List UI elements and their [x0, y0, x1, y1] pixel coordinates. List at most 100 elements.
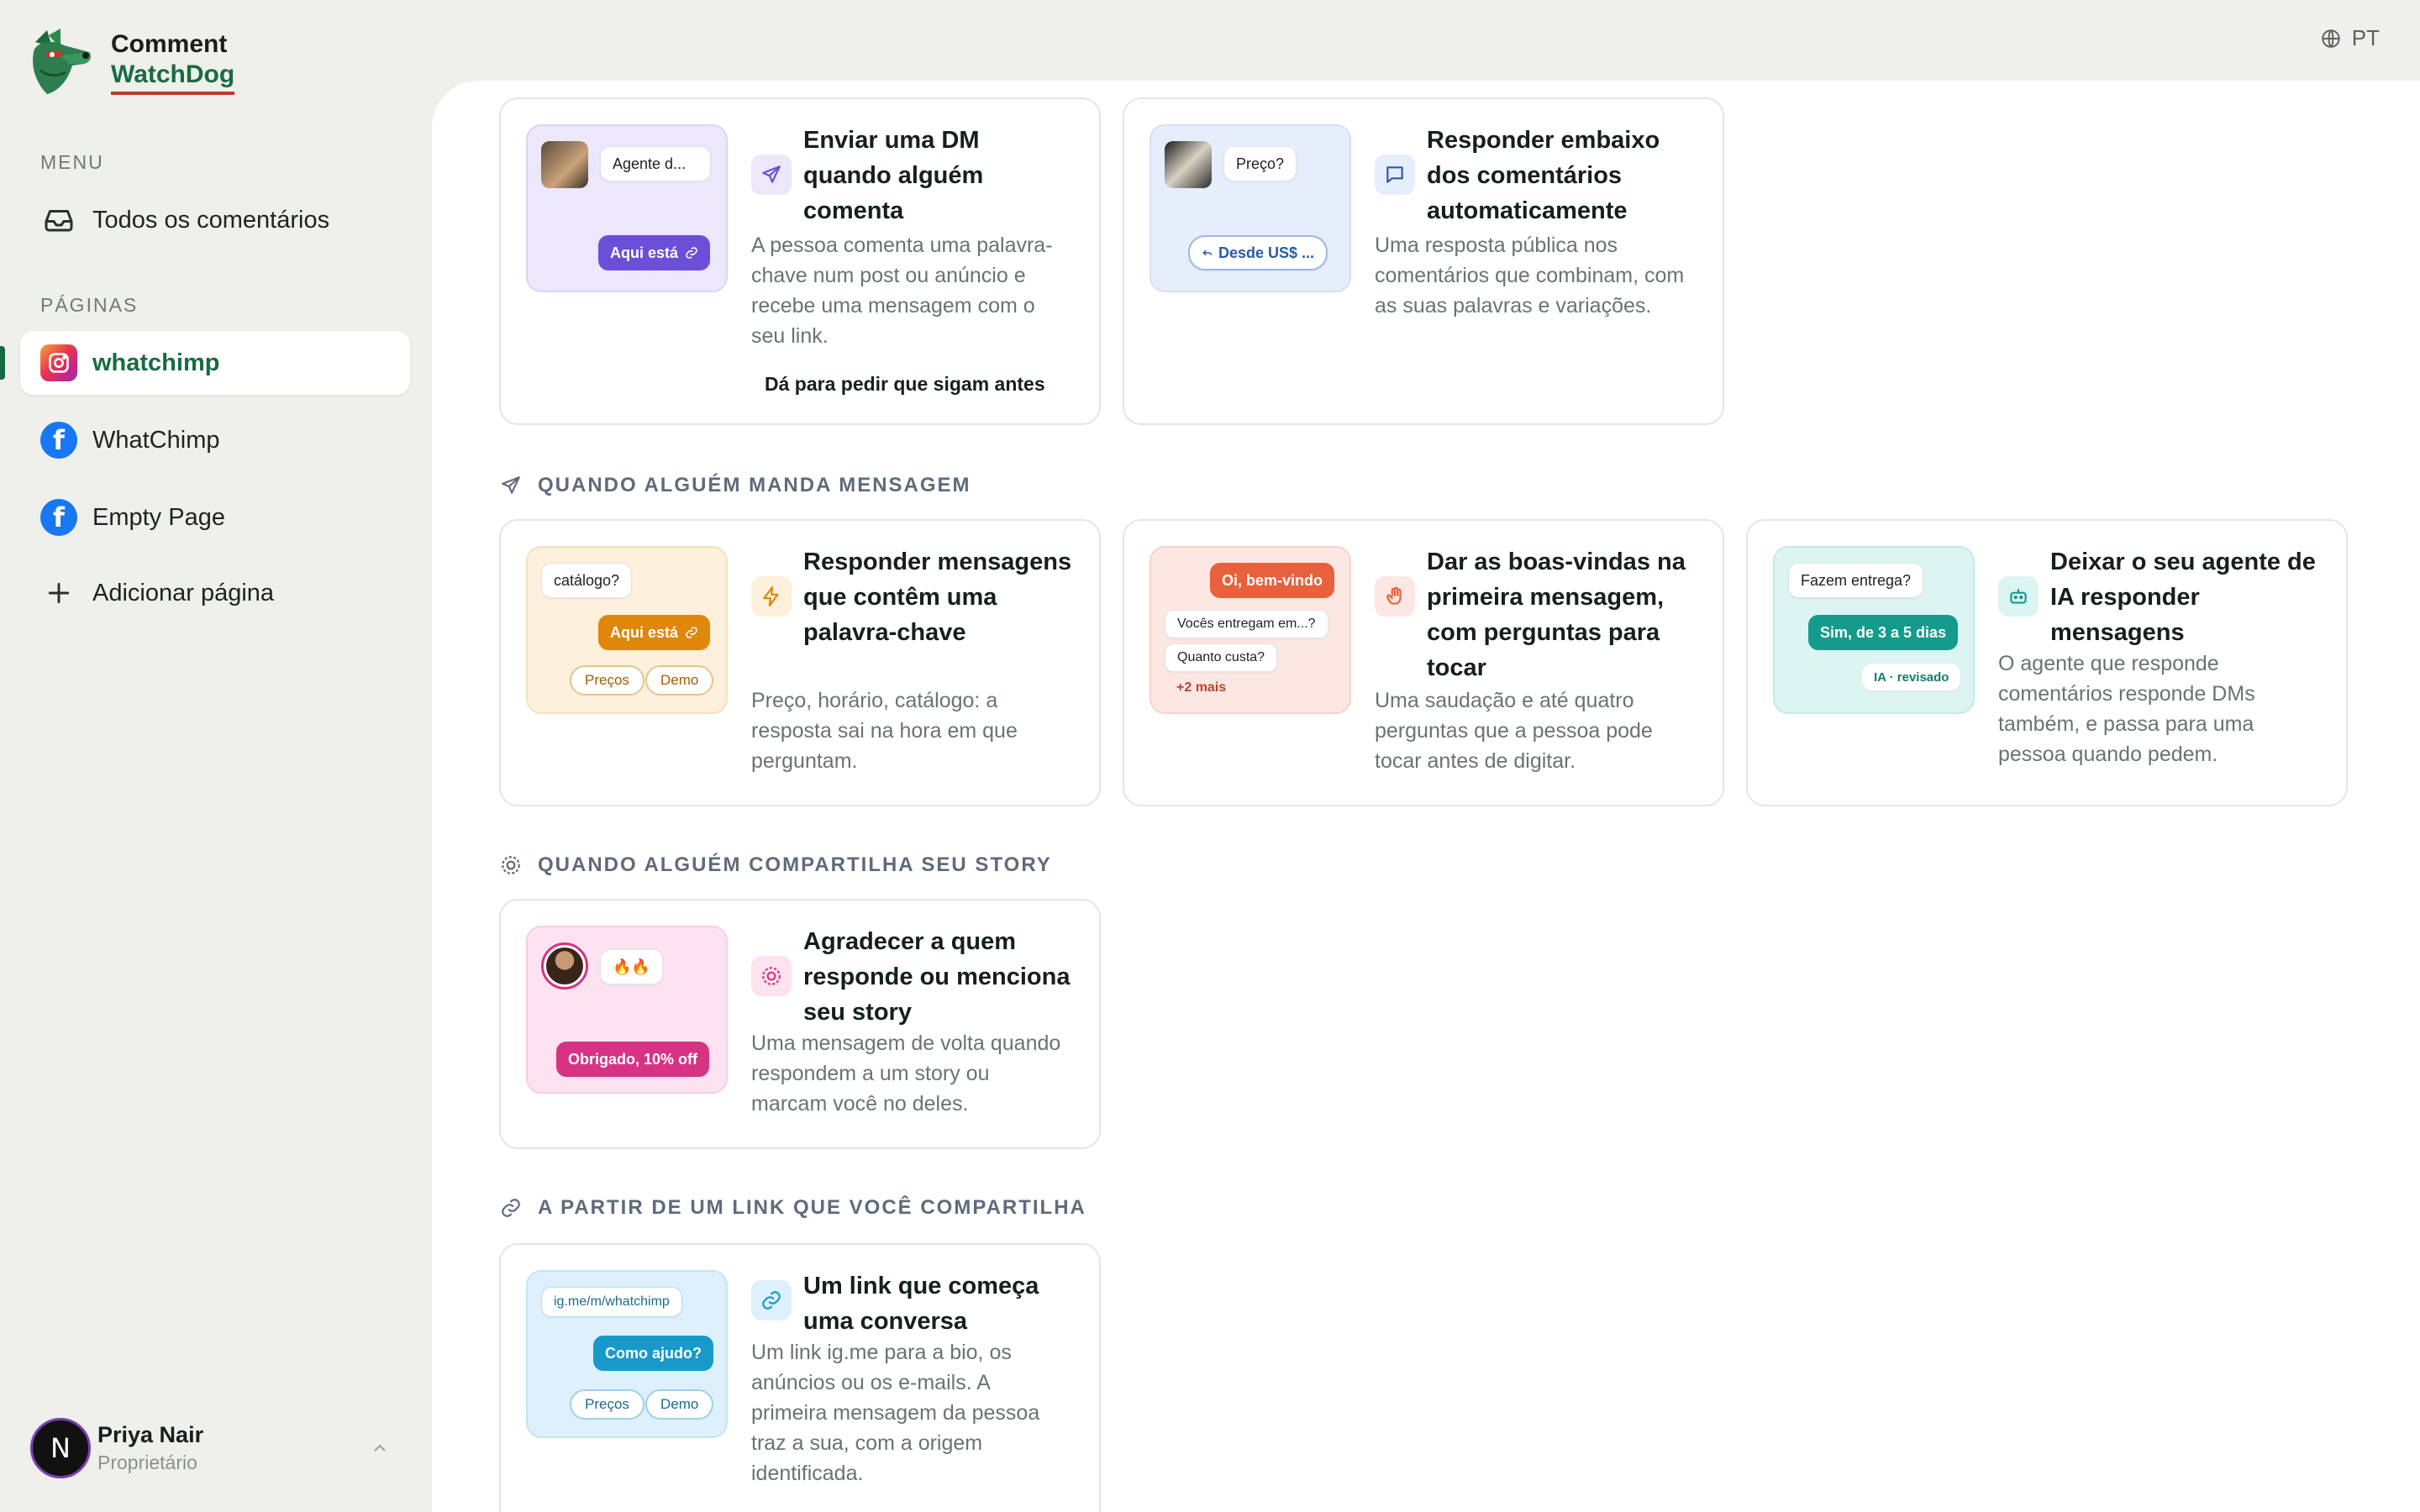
menu-section-label: MENU	[40, 151, 104, 173]
watchdog-logo-icon	[33, 29, 91, 94]
thanks-chip: Obrigado, 10% off	[556, 1042, 710, 1077]
inbox-icon	[40, 202, 77, 239]
reply-chip: Aqui está	[598, 235, 711, 270]
comment-chip: Preço?	[1223, 146, 1297, 181]
automation-card-dm-on-comment[interactable]: Agente d... Aqui está Enviar uma DM quan…	[499, 97, 1101, 425]
section-title: A PARTIR DE UM LINK QUE VOCÊ COMPARTILHA	[538, 1196, 1086, 1219]
link-icon	[751, 1280, 792, 1320]
card-preview: Preço? Desde US$ ...	[1150, 124, 1351, 292]
automation-card-public-reply[interactable]: Preço? Desde US$ ... Responder embaixo d…	[1123, 97, 1724, 425]
reply-chip-text: Desde US$ ...	[1218, 244, 1315, 261]
post-thumbnail	[1165, 141, 1212, 188]
question-chip: Vocês entregam em...?	[1165, 610, 1328, 638]
story-avatar	[541, 942, 588, 990]
reply-chip: Desde US$ ...	[1188, 235, 1328, 270]
card-title: Enviar uma DM quando alguém comenta	[803, 127, 984, 224]
story-icon	[751, 956, 792, 996]
card-title: Responder mensagens que contêm uma palav…	[803, 549, 1072, 646]
automation-card-story-thanks[interactable]: 🔥🔥 Obrigado, 10% off Agradecer a quem re…	[499, 899, 1101, 1149]
sidebar: Comment WatchDog MENU Todos os comentári…	[0, 0, 432, 1512]
add-page-button[interactable]: Adicionar página	[20, 561, 410, 625]
url-chip: ig.me/m/whatchimp	[541, 1287, 682, 1317]
reply-chip: Como ajudo?	[593, 1336, 713, 1371]
facebook-icon: f	[40, 499, 77, 536]
sidebar-item-label: Empty Page	[92, 503, 225, 531]
language-label: PT	[2351, 25, 2380, 50]
automation-card-conversation-link[interactable]: ig.me/m/whatchimp Como ajudo? Preços Dem…	[499, 1243, 1101, 1512]
card-title: Deixar o seu agente de IA responder mens…	[2050, 549, 2316, 646]
logo-title-line1: Comment	[111, 30, 228, 58]
automation-card-welcome[interactable]: Oi, bem-vindo Vocês entregam em...? Quan…	[1123, 519, 1724, 806]
app-logo[interactable]: Comment WatchDog	[27, 27, 235, 97]
card-preview: Agente d... Aqui está	[526, 124, 728, 292]
card-title: Um link que começa uma conversa	[803, 1273, 1039, 1335]
nav-all-comments[interactable]: Todos os comentários	[20, 188, 410, 252]
card-preview: Fazem entrega? Sim, de 3 a 5 dias IA · r…	[1773, 546, 1975, 714]
user-profile[interactable]: N Priya Nair Proprietário	[30, 1413, 400, 1483]
reply-chip: Aqui está	[598, 615, 711, 650]
card-title: Agradecer a quem responde ou menciona se…	[803, 928, 1071, 1026]
section-title: QUANDO ALGUÉM MANDA MENSAGEM	[538, 474, 971, 496]
message-chip: Fazem entrega?	[1788, 563, 1924, 598]
sidebar-item-label: WhatChimp	[92, 426, 220, 454]
story-icon	[499, 853, 523, 877]
user-name: Priya Nair	[97, 1422, 204, 1447]
comment-icon	[1375, 155, 1415, 195]
quick-reply-pill: Preços	[570, 1389, 644, 1420]
send-icon	[499, 474, 523, 497]
post-thumbnail	[541, 141, 588, 188]
user-role: Proprietário	[97, 1452, 197, 1473]
nav-all-comments-label: Todos os comentários	[92, 206, 330, 234]
reaction-chip: 🔥🔥	[600, 949, 663, 984]
link-icon	[686, 627, 697, 638]
plus-icon	[40, 575, 77, 612]
card-description: Uma mensagem de volta quando respondem a…	[751, 1032, 1061, 1116]
card-preview: ig.me/m/whatchimp Como ajudo? Preços Dem…	[526, 1270, 728, 1438]
chevron-up-icon[interactable]	[370, 1438, 390, 1458]
sidebar-item-label: whatchimp	[92, 349, 220, 376]
ai-reviewed-tag: IA · revisado	[1862, 664, 1961, 690]
section-header-message: QUANDO ALGUÉM MANDA MENSAGEM	[499, 474, 971, 497]
logo-title-line2: WatchDog	[111, 60, 235, 95]
more-questions-label: +2 mais	[1176, 680, 1227, 695]
pages-section-label: PÁGINAS	[40, 294, 139, 316]
card-preview: catálogo? Aqui está Preços Demo	[526, 546, 728, 714]
section-header-link: A PARTIR DE UM LINK QUE VOCÊ COMPARTILHA	[499, 1196, 1086, 1220]
card-preview: Oi, bem-vindo Vocês entregam em...? Quan…	[1150, 546, 1351, 714]
card-description: O agente que responde comentários respon…	[1998, 652, 2255, 766]
sidebar-item-whatchimp-facebook[interactable]: f WhatChimp	[20, 408, 410, 472]
quick-reply-pill: Demo	[645, 665, 714, 696]
section-header-story: QUANDO ALGUÉM COMPARTILHA SEU STORY	[499, 853, 1052, 877]
reply-arrow-icon	[1202, 249, 1213, 256]
link-icon	[499, 1196, 523, 1220]
instagram-icon	[40, 344, 77, 381]
quick-reply-pill: Demo	[645, 1389, 714, 1420]
robot-icon	[1998, 576, 2039, 617]
language-switcher[interactable]: PT	[2320, 25, 2380, 51]
card-description: A pessoa comenta uma palavra-chave num p…	[751, 234, 1053, 348]
reply-chip-text: Aqui está	[610, 623, 679, 641]
hand-icon	[1375, 576, 1415, 617]
reply-chip-text: Aqui está	[610, 244, 679, 261]
active-indicator	[0, 346, 5, 380]
sidebar-item-whatchimp-instagram[interactable]: whatchimp	[20, 331, 410, 395]
ai-reply-chip: Sim, de 3 a 5 dias	[1808, 615, 1959, 650]
card-description: Uma resposta pública nos comentários que…	[1375, 234, 1685, 318]
message-chip: catálogo?	[541, 563, 633, 598]
link-icon	[686, 247, 697, 259]
avatar: N	[30, 1418, 91, 1478]
card-description: Um link ig.me para a bio, os anúncios ou…	[751, 1341, 1040, 1485]
automation-card-keyword-reply[interactable]: catálogo? Aqui está Preços Demo Responde…	[499, 519, 1101, 806]
card-preview: 🔥🔥 Obrigado, 10% off	[526, 926, 728, 1094]
sidebar-item-empty-page[interactable]: f Empty Page	[20, 486, 410, 549]
card-note: Dá para pedir que sigam antes	[765, 373, 1045, 395]
section-title: QUANDO ALGUÉM COMPARTILHA SEU STORY	[538, 853, 1052, 876]
greeting-chip: Oi, bem-vindo	[1210, 563, 1335, 598]
add-page-label: Adicionar página	[92, 579, 275, 606]
main-content: Agente d... Aqui está Enviar uma DM quan…	[432, 81, 2420, 1512]
card-description: Preço, horário, catálogo: a resposta sai…	[751, 689, 1018, 773]
question-chip: Quanto custa?	[1165, 643, 1278, 672]
card-description: Uma saudação e até quatro perguntas que …	[1375, 689, 1653, 773]
automation-card-ai-agent[interactable]: Fazem entrega? Sim, de 3 a 5 dias IA · r…	[1746, 519, 2348, 806]
card-title: Responder embaixo dos comentários automa…	[1427, 127, 1660, 224]
